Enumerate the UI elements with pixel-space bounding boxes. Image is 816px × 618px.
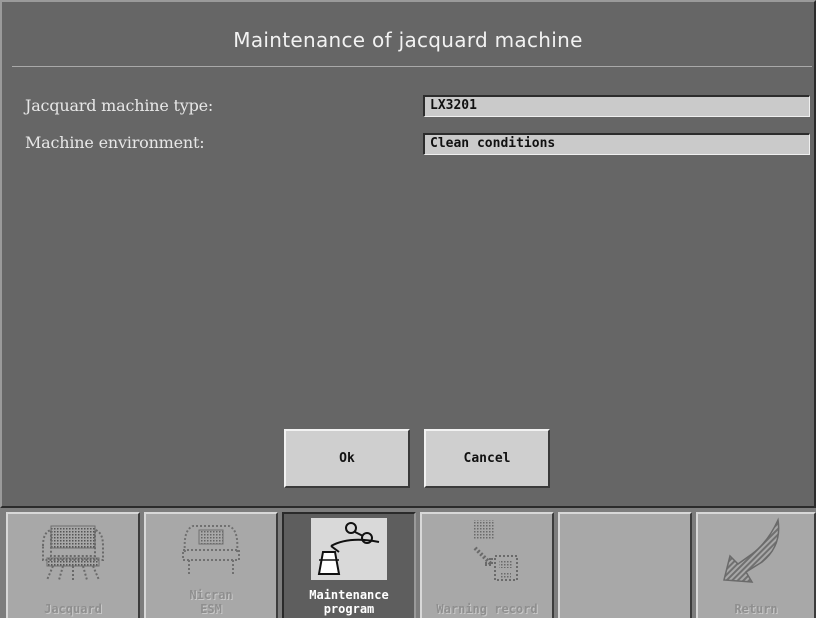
jacquard-machine-icon [42, 525, 104, 581]
machine-environment-label: Machine environment: [25, 133, 205, 152]
title-divider [12, 66, 812, 67]
toolbar-jacquard-label: Jacquard [44, 602, 102, 616]
toolbar-warning-record-button[interactable]: Warning record [420, 512, 554, 618]
jacquard-machine-type-label: Jacquard machine type: [25, 96, 214, 115]
toolbar-nicran-esm-button[interactable]: Nicran ESM [144, 512, 278, 618]
jacquard-machine-type-field[interactable]: LX3201 [423, 95, 810, 117]
toolbar-return-label: Return [734, 602, 778, 616]
cancel-button[interactable]: Cancel [424, 429, 550, 488]
toolbar-empty-slot [558, 512, 692, 618]
oil-can-icon [311, 518, 387, 580]
return-arrow-icon [723, 517, 780, 583]
toolbar-maintenance-program-label: Maintenance program [309, 588, 389, 616]
toolbar-jacquard-button[interactable]: Jacquard [6, 512, 140, 618]
machine-environment-field[interactable]: Clean conditions [423, 133, 810, 155]
toolbar-return-button[interactable]: Return [696, 512, 816, 618]
dialog-title: Maintenance of jacquard machine [233, 28, 583, 52]
ok-button[interactable]: Ok [284, 429, 410, 488]
toolbar-nicran-esm-label: Nicran ESM [189, 588, 233, 616]
maintenance-dialog: Maintenance of jacquard machine Jacquard… [0, 0, 816, 508]
toolbar-maintenance-program-button[interactable]: Maintenance program [282, 512, 416, 618]
toolbar-warning-record-label: Warning record [436, 602, 538, 616]
bottom-toolbar: Jacquard Nicran ESM Maintenance program … [0, 508, 816, 618]
warning-record-icon [473, 520, 518, 581]
nicran-esm-icon [182, 525, 240, 576]
